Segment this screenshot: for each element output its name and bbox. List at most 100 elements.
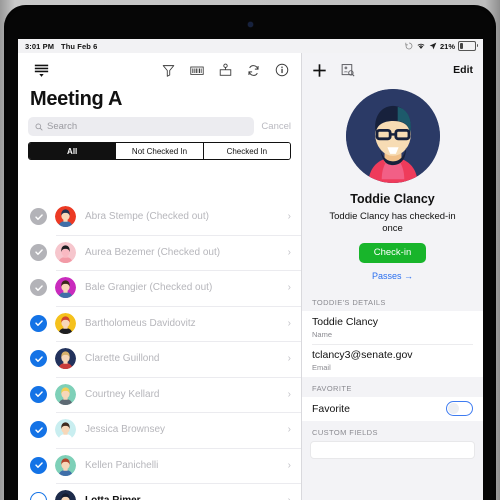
attendee-name: Lotta Rimer xyxy=(85,495,141,500)
search-placeholder: Search xyxy=(47,121,78,132)
sort-icon[interactable] xyxy=(28,57,54,83)
list-item[interactable]: Bale Grangier (Checked out) › xyxy=(18,270,301,306)
check-in-button[interactable]: Check-in xyxy=(358,242,427,263)
passes-link[interactable]: Passes → xyxy=(312,271,473,281)
attendee-check-toggle[interactable] xyxy=(30,350,47,368)
attendee-check-toggle[interactable] xyxy=(30,208,47,226)
attendee-list-pane: Meeting A Search Cancel All Not Checked … xyxy=(18,53,301,500)
status-bar: 3:01 PM Thu Feb 6 21% xyxy=(18,39,483,53)
attendee-detail-pane: Edit Toddie Clancy Toddie Clancy has che… xyxy=(302,53,483,500)
avatar xyxy=(55,383,76,405)
list-item[interactable]: Aurea Bezemer (Checked out) › xyxy=(18,234,301,271)
attendee-name: Courtney Kellard xyxy=(85,388,160,400)
avatar xyxy=(55,419,76,441)
chevron-right-icon: › xyxy=(287,246,291,258)
chevron-right-icon: › xyxy=(288,495,291,500)
edit-button[interactable]: Edit xyxy=(453,64,473,76)
wifi-icon xyxy=(417,43,425,49)
list-item[interactable]: Abra Stempe (Checked out) › xyxy=(18,199,301,235)
info-icon[interactable] xyxy=(275,63,289,77)
list-item[interactable]: Kellen Panichelli › xyxy=(18,447,301,484)
avatar xyxy=(55,490,76,500)
favorite-section-header: FAVORITE xyxy=(302,376,483,397)
avatar xyxy=(55,277,76,299)
avatar xyxy=(55,206,76,228)
details-section-header: TODDIE'S DETAILS xyxy=(302,290,483,311)
attendee-name: Bale Grangier (Checked out) xyxy=(85,282,213,294)
attendee-list[interactable]: Abra Stempe (Checked out) › Aurea Bezemer … xyxy=(18,199,301,500)
field-email-label: Email xyxy=(312,362,331,372)
attendee-check-toggle[interactable] xyxy=(30,243,47,261)
filter-segmented-control: All Not Checked In Checked In xyxy=(28,142,291,160)
details-card: Toddie Clancy Name tclancy3@senate.gov E… xyxy=(302,310,483,377)
search-icon xyxy=(35,123,43,131)
add-attendee-button[interactable] xyxy=(312,63,327,78)
checkin-status-text: Toddie Clancy has checked-in once xyxy=(329,211,456,234)
attendee-name: Jessica Brownsey xyxy=(85,424,166,436)
field-name-value: Toddie Clancy xyxy=(312,315,378,328)
attendee-name: Kellen Panichelli xyxy=(85,459,159,471)
field-name-label: Name xyxy=(312,329,333,339)
status-time: 3:01 PM xyxy=(25,41,55,51)
attendee-check-toggle[interactable] xyxy=(30,421,47,439)
detail-toolbar: Edit xyxy=(302,53,483,87)
barcode-scanner-icon[interactable] xyxy=(190,64,204,77)
list-item[interactable]: Bartholomeus Davidovitz › xyxy=(18,305,301,342)
favorite-row[interactable]: Favorite xyxy=(302,396,483,421)
filter-icon[interactable] xyxy=(162,64,175,77)
status-bar-left: 3:01 PM Thu Feb 6 xyxy=(18,42,97,51)
attendee-name: Clarette Guillond xyxy=(85,353,160,365)
attendee-name: Toddie Clancy xyxy=(350,192,435,206)
search-input[interactable]: Search xyxy=(28,117,255,136)
chevron-right-icon: › xyxy=(287,353,291,365)
status-date: Thu Feb 6 xyxy=(61,41,98,51)
segment-not-checked-in[interactable]: Not Checked In xyxy=(115,143,203,159)
segment-checked-in[interactable]: Checked In xyxy=(202,143,290,159)
chevron-right-icon: › xyxy=(287,459,291,471)
sync-icon[interactable] xyxy=(247,64,260,77)
tablet-device: 3:01 PM Thu Feb 6 21% Meeting A Search C… xyxy=(0,0,500,500)
chevron-right-icon: › xyxy=(287,424,291,436)
badge-print-icon[interactable] xyxy=(219,63,232,77)
chevron-right-icon: › xyxy=(287,317,291,329)
location-arrow-icon xyxy=(429,42,437,50)
attendee-check-toggle[interactable] xyxy=(30,385,47,403)
search-cancel-button[interactable]: Cancel xyxy=(261,121,291,132)
attendee-check-toggle[interactable] xyxy=(30,456,47,474)
avatar xyxy=(55,348,76,370)
avatar xyxy=(55,241,76,263)
chevron-right-icon: › xyxy=(287,282,291,294)
attendee-check-toggle[interactable] xyxy=(30,314,47,332)
attendee-name: Bartholomeus Davidovitz xyxy=(85,317,196,329)
attendee-name: Abra Stempe (Checked out) xyxy=(85,211,209,223)
attendee-hero: Toddie Clancy Toddie Clancy has checked-… xyxy=(302,87,483,291)
custom-field-row[interactable] xyxy=(310,440,475,459)
chevron-right-icon: › xyxy=(287,388,291,400)
attendee-check-toggle[interactable] xyxy=(30,492,47,500)
list-item[interactable]: Courtney Kellard › xyxy=(18,376,301,413)
avatar xyxy=(55,454,76,476)
list-item[interactable]: Jessica Brownsey › xyxy=(18,412,301,448)
screen: 3:01 PM Thu Feb 6 21% Meeting A Search C… xyxy=(18,39,483,500)
search-row: Search Cancel xyxy=(18,117,301,142)
attendee-check-toggle[interactable] xyxy=(30,279,47,297)
field-email-value: tclancy3@senate.gov xyxy=(312,348,413,361)
segment-all[interactable]: All xyxy=(29,143,116,159)
favorite-toggle[interactable] xyxy=(446,401,473,417)
field-name[interactable]: Toddie Clancy Name xyxy=(302,311,483,344)
list-item[interactable]: Clarette Guillond › xyxy=(18,341,301,377)
attendee-name: Aurea Bezemer (Checked out) xyxy=(85,246,221,258)
left-toolbar-icons xyxy=(162,63,291,77)
custom-fields-section-header: CUSTOM FIELDS xyxy=(302,420,483,441)
list-item[interactable]: Lotta Rimer › xyxy=(18,483,301,500)
id-card-search-icon[interactable] xyxy=(341,63,355,77)
avatar xyxy=(55,312,76,334)
field-email[interactable]: tclancy3@senate.gov Email xyxy=(302,343,483,377)
battery-percent: 21% xyxy=(439,41,455,51)
status-bar-right: 21% xyxy=(405,41,483,51)
favorite-label: Favorite xyxy=(312,402,350,415)
page-title: Meeting A xyxy=(30,88,123,110)
chevron-right-icon: › xyxy=(287,211,291,223)
front-camera xyxy=(248,22,253,27)
plus-icon xyxy=(313,63,326,77)
